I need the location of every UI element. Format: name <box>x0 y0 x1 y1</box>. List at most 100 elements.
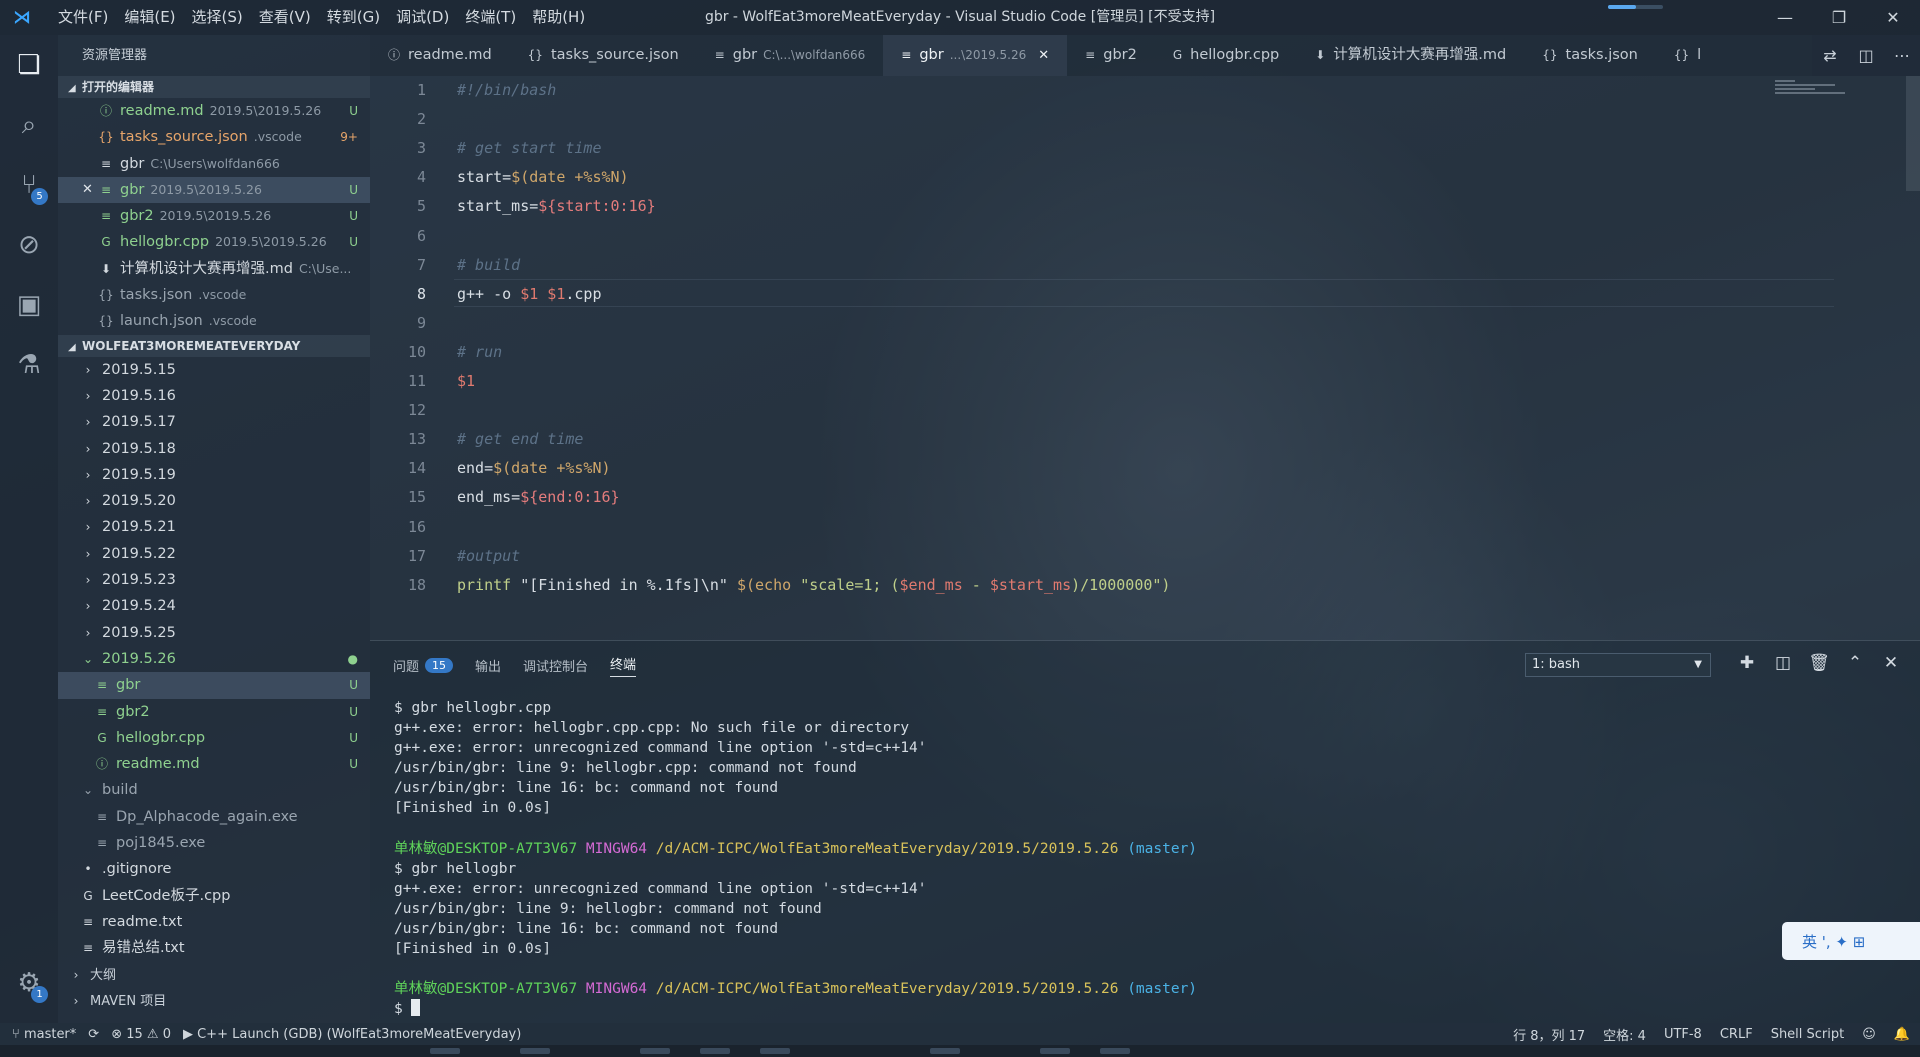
outline-section[interactable]: › 大纲 <box>58 962 370 988</box>
terminal-text: (master) <box>1127 840 1198 857</box>
language-mode[interactable]: Shell Script <box>1771 1027 1845 1042</box>
ime-toolbar[interactable]: 英 ', ✦ ⊞ <box>1782 922 1920 960</box>
restore-icon[interactable]: ❐ <box>1812 0 1866 35</box>
open-editor-item[interactable]: ⓘ readme.md 2019.5\2019.5.26 U <box>58 98 370 124</box>
cursor-position[interactable]: 行 8，列 17 <box>1513 1025 1585 1044</box>
open-editor-item[interactable]: ✕ ≡ gbr 2019.5\2019.5.26 U <box>58 176 370 204</box>
explorer-icon[interactable]: ❏ <box>0 35 58 95</box>
warning-count: 0 <box>162 1026 171 1042</box>
encoding[interactable]: UTF-8 <box>1664 1027 1702 1042</box>
tree-item[interactable]: Ghellogbr.cpp U <box>58 725 370 751</box>
tree-item[interactable]: › 2019.5.17 <box>58 409 370 435</box>
tree-item[interactable]: ≡ Dp_Alphacode_again.exe <box>58 804 370 830</box>
tree-item[interactable]: ≡ gbr2 U <box>58 699 370 725</box>
feedback-smiley-icon[interactable]: ☺ <box>1862 1027 1876 1042</box>
menu-item-2[interactable]: 选择(S) <box>184 0 251 35</box>
close-icon[interactable]: ✕ <box>1866 0 1920 35</box>
line-ending[interactable]: CRLF <box>1720 1027 1753 1042</box>
tree-item-name: 2019.5.15 <box>102 361 176 378</box>
tree-item[interactable]: ≡ readme.txt <box>58 909 370 935</box>
panel-tab[interactable]: 调试控制台 <box>523 656 588 675</box>
tree-item[interactable]: › 2019.5.22 <box>58 541 370 567</box>
tree-item[interactable]: › 2019.5.25 <box>58 620 370 646</box>
tree-item[interactable]: G LeetCode板子.cpp <box>58 883 370 909</box>
menu-item-6[interactable]: 终端(T) <box>457 0 524 35</box>
maven-section[interactable]: › MAVEN 项目 <box>58 988 370 1014</box>
editor-tab[interactable]: {} tasks_source.json <box>510 35 697 76</box>
folder-header[interactable]: ◢ WOLFEAT3MOREMEATEVERYDAY <box>58 334 370 357</box>
terminal-output[interactable]: $ gbr hellogbr.cpp g++.exe: error: hellog… <box>394 698 1197 1020</box>
tree-item[interactable]: › 2019.5.21 <box>58 514 370 540</box>
tree-item[interactable]: ≡ 易错总结.txt <box>58 935 370 961</box>
editor-tab[interactable]: {} l <box>1656 35 1719 76</box>
tree-item[interactable]: › 2019.5.19 <box>58 462 370 488</box>
minimize-icon[interactable]: — <box>1758 0 1812 35</box>
editor-tab[interactable]: ≡ gbr2 <box>1067 35 1155 76</box>
new-terminal-icon[interactable]: ✚ <box>1732 653 1762 673</box>
editor-tab[interactable]: ≡ gbr C:\...\wolfdan666 <box>697 35 884 76</box>
launch-config[interactable]: ▶ C++ Launch (GDB) (WolfEat3moreMeatEver… <box>183 1027 521 1042</box>
editor-tab[interactable]: ⬇ 计算机设计大赛再增强.md <box>1297 35 1524 76</box>
tree-item[interactable]: ⓘ readme.md U <box>58 751 370 777</box>
problems-status[interactable]: ⊗ 15 ⚠ 0 <box>111 1027 171 1042</box>
open-editors-label: 打开的编辑器 <box>82 80 155 94</box>
panel-tab[interactable]: 问题 15 <box>393 656 454 675</box>
file-type-icon: ≡ <box>96 836 108 851</box>
tree-item[interactable]: ≡ gbr U <box>58 672 370 699</box>
indentation[interactable]: 空格: 4 <box>1603 1025 1646 1044</box>
tree-item[interactable]: › 2019.5.23 <box>58 567 370 593</box>
source-control-icon[interactable]: ⑂ 5 <box>0 155 58 215</box>
tree-item[interactable]: ≡ poj1845.exe <box>58 830 370 856</box>
open-editor-item[interactable]: Ghellogbr.cpp 2019.5\2019.5.26 U <box>58 229 370 255</box>
sync-icon[interactable]: ⟳ <box>88 1027 99 1042</box>
close-tab-icon[interactable]: ✕ <box>1038 35 1049 76</box>
trash-icon[interactable]: 🗑 <box>1804 653 1834 673</box>
open-editor-item[interactable]: {} launch.json .vscode <box>58 308 370 334</box>
tree-item[interactable]: › 2019.5.18 <box>58 436 370 462</box>
tree-item[interactable]: ⌄ build <box>58 777 370 803</box>
open-editor-item[interactable]: {} tasks.json .vscode <box>58 282 370 308</box>
debug-icon[interactable]: ⊘ <box>0 215 58 275</box>
branch-status[interactable]: ⑂ master* <box>12 1027 76 1042</box>
panel-tab[interactable]: 终端 <box>610 654 637 677</box>
search-icon[interactable]: ⌕ <box>0 95 58 155</box>
editor-tab[interactable]: ≡ gbr ...\2019.5.26 ✕ <box>883 35 1068 76</box>
code-editor[interactable]: 1 #!/bin/bash 2 3 # get start time 4 start=$(d… <box>370 76 1920 640</box>
notifications-bell-icon[interactable]: 🔔 <box>1894 1027 1910 1042</box>
open-editors-header[interactable]: ◢ 打开的编辑器 <box>58 76 370 98</box>
open-editor-item[interactable]: {} tasks_source.json .vscode 9+ <box>58 124 370 150</box>
menu-item-0[interactable]: 文件(F) <box>50 0 116 35</box>
editor-tab[interactable]: {} tasks.json <box>1524 35 1656 76</box>
code-token: # run <box>457 342 503 361</box>
menu-item-3[interactable]: 查看(V) <box>251 0 319 35</box>
menu-item-1[interactable]: 编辑(E) <box>116 0 183 35</box>
minimap[interactable] <box>1775 80 1865 120</box>
menu-item-7[interactable]: 帮助(H) <box>524 0 593 35</box>
tree-item[interactable]: • .gitignore <box>58 856 370 882</box>
editor-tab[interactable]: Ghellogbr.cpp <box>1155 35 1297 76</box>
editor-scrollbar[interactable] <box>1906 76 1920 191</box>
menu-item-5[interactable]: 调试(D) <box>388 0 457 35</box>
tree-item[interactable]: › 2019.5.16 <box>58 383 370 409</box>
editor-tab[interactable]: ⓘ readme.md <box>370 35 510 76</box>
open-editor-item[interactable]: ≡ gbr C:\Users\wolfdan666 <box>58 151 370 177</box>
close-editor-icon[interactable]: ✕ <box>82 177 93 203</box>
tree-item[interactable]: › 2019.5.24 <box>58 593 370 619</box>
maximize-panel-icon[interactable]: ⌃ <box>1840 653 1870 673</box>
more-actions-icon[interactable]: ⋯ <box>1884 46 1920 65</box>
open-editor-item[interactable]: ≡ gbr2 2019.5\2019.5.26 U <box>58 203 370 229</box>
compare-icon[interactable]: ⇄ <box>1812 46 1848 65</box>
tree-item[interactable]: ⌄ 2019.5.26 ● <box>58 646 370 672</box>
test-flask-icon[interactable]: ⚗ <box>0 335 58 395</box>
extensions-icon[interactable]: ▣ <box>0 275 58 335</box>
open-editor-item[interactable]: ⬇ 计算机设计大赛再增强.md C:\Use... <box>58 256 370 282</box>
tree-item[interactable]: › 2019.5.15 <box>58 357 370 383</box>
close-panel-icon[interactable]: ✕ <box>1876 653 1906 673</box>
panel-tab[interactable]: 输出 <box>475 656 501 675</box>
tree-item[interactable]: › 2019.5.20 <box>58 488 370 514</box>
settings-gear-icon[interactable]: ⚙ 1 <box>0 953 58 1013</box>
terminal-select[interactable]: 1: bash ▼ <box>1525 653 1711 677</box>
menu-item-4[interactable]: 转到(G) <box>319 0 388 35</box>
split-editor-icon[interactable]: ◫ <box>1848 46 1884 65</box>
split-terminal-icon[interactable]: ◫ <box>1768 653 1798 673</box>
